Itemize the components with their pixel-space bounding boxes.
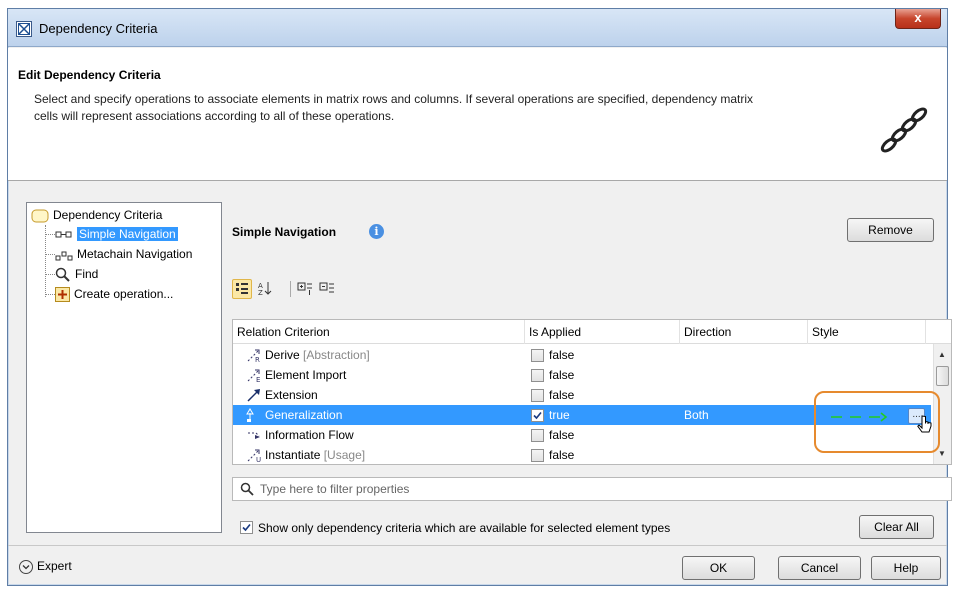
section-title: Simple Navigation [232,225,337,239]
column-header-direction[interactable]: Direction [680,320,808,344]
tree-item-metachain-navigation[interactable]: Metachain Navigation [55,245,192,263]
svg-text:E: E [256,376,260,383]
header-title: Edit Dependency Criteria [18,68,161,82]
svg-text:R: R [255,356,260,363]
relation-name: Instantiate [Usage] [265,448,366,462]
metachain-icon [55,251,73,261]
expand-all-button[interactable] [296,279,316,299]
expert-label: Expert [37,559,72,573]
find-icon [55,267,70,282]
extension-icon [247,389,260,402]
applied-value: false [549,368,575,382]
collapse-all-button[interactable] [318,279,338,299]
show-only-checkbox[interactable] [240,521,253,534]
title-bar[interactable]: Dependency Criteria x [8,9,947,47]
applied-value: true [549,408,570,422]
relation-name: Generalization [265,408,343,422]
dependency-criteria-dialog: Dependency Criteria x Edit Dependency Cr… [7,8,952,586]
applied-value: false [549,428,575,442]
relation-name: Extension [265,388,318,402]
tree-connector [45,234,55,235]
close-button[interactable]: x [895,9,941,29]
sort-alphabetical-button[interactable]: AZ [256,279,276,299]
tree-root-label: Dependency Criteria [53,208,163,222]
app-icon [16,21,32,37]
svg-text:Z: Z [258,289,263,297]
help-button[interactable]: Help [871,556,941,580]
filter-input[interactable] [260,481,940,497]
relation-name: Derive [Abstraction] [265,348,370,362]
instantiate-icon: U [247,449,261,463]
plus-icon [55,287,70,303]
tree-item-find[interactable]: Find [55,265,98,283]
clear-all-button[interactable]: Clear All [859,515,934,539]
applied-checkbox[interactable] [531,389,544,402]
window-title: Dependency Criteria [39,21,158,36]
tree-connector [45,274,55,275]
tree-item-label: Simple Navigation [77,227,178,241]
direction-value[interactable]: Both [684,405,709,425]
table-row[interactable]: R Derive [Abstraction] false [233,345,931,365]
show-only-label: Show only dependency criteria which are … [258,521,671,535]
dialog-header: Edit Dependency Criteria Select and spec… [8,48,947,181]
header-description: Select and specify operations to associa… [34,92,754,123]
folder-icon [31,209,49,223]
column-header-relation[interactable]: Relation Criterion [233,320,525,344]
scroll-thumb[interactable] [936,366,949,386]
element-import-icon: E [247,369,260,383]
remove-button[interactable]: Remove [847,218,934,242]
checkmark-icon [533,411,542,420]
table-row[interactable]: E Element Import false [233,365,931,385]
search-icon [240,482,254,496]
checkmark-icon [242,523,251,532]
criteria-editor: Simple Navigation i Remove AZ Relation C… [227,202,952,539]
dialog-footer: Expert OK Cancel Help [8,545,947,585]
scroll-up-icon[interactable]: ▲ [938,350,946,359]
tree-item-label: Create operation... [74,287,174,301]
criteria-tree[interactable]: Dependency Criteria Simple Navigation Me… [26,202,222,533]
generalization-icon [246,408,254,422]
simple-navigation-icon [55,231,72,238]
tree-root[interactable]: Dependency Criteria [31,206,162,224]
ok-button[interactable]: OK [682,556,755,580]
column-header-style[interactable]: Style [808,320,926,344]
applied-value: false [549,348,575,362]
toolbar-separator [290,281,291,297]
expand-icon [297,282,312,295]
applied-checkbox[interactable] [531,429,544,442]
column-header-applied[interactable]: Is Applied [525,320,680,344]
filter-box[interactable] [232,477,952,501]
categorized-view-button[interactable] [232,279,252,299]
derive-icon: R [247,349,260,363]
sort-az-icon: AZ [258,282,272,297]
relation-name: Information Flow [265,428,354,442]
tree-item-label: Find [75,267,99,281]
tree-item-simple-navigation[interactable]: Simple Navigation [55,225,178,243]
tree-item-label: Metachain Navigation [77,247,193,261]
scroll-down-icon[interactable]: ▼ [938,449,946,458]
applied-checkbox[interactable] [531,449,544,462]
categorized-icon [236,283,248,294]
svg-text:U: U [256,456,261,463]
relation-name: Element Import [265,368,347,382]
information-flow-icon [248,432,260,439]
info-icon[interactable]: i [369,224,384,239]
chevron-down-circle-icon [19,559,33,574]
applied-checkbox[interactable] [531,409,544,422]
collapse-icon [319,282,334,293]
cancel-button[interactable]: Cancel [778,556,861,580]
tree-connector [45,294,55,295]
tree-item-create-operation[interactable]: Create operation... [55,285,173,303]
tree-connector [45,225,46,297]
tree-connector [45,254,55,255]
expert-toggle[interactable]: Expert [19,559,72,574]
applied-checkbox[interactable] [531,369,544,382]
highlight-annotation [814,391,940,453]
chain-icon [880,107,928,153]
table-header: Relation Criterion Is Applied Direction … [233,320,951,344]
applied-value: false [549,448,575,462]
applied-value: false [549,388,575,402]
applied-checkbox[interactable] [531,349,544,362]
